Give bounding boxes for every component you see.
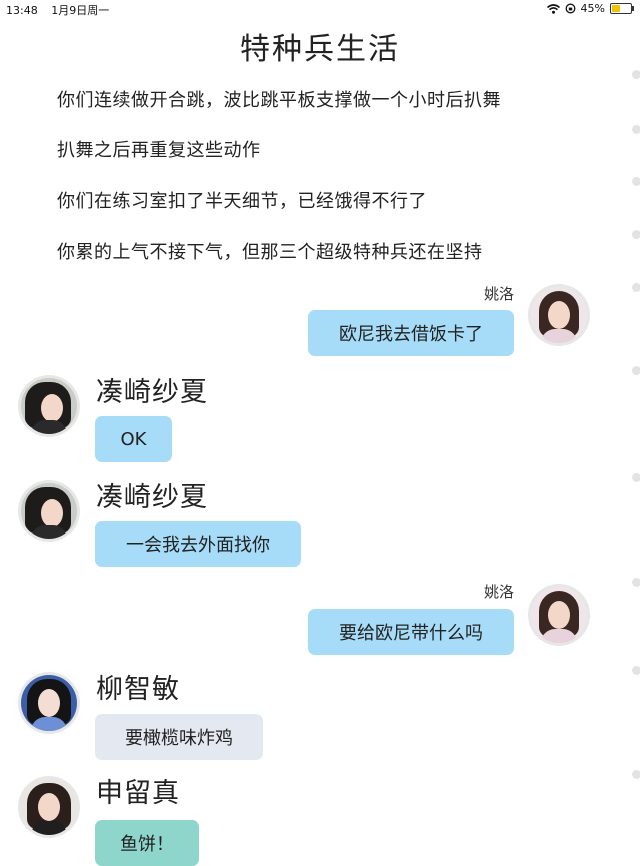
avatar[interactable]: [18, 776, 80, 838]
battery-fill: [612, 5, 620, 12]
page-dot: [632, 230, 640, 239]
message-bubble[interactable]: 一会我去外面找你: [95, 521, 301, 567]
page-dot: [632, 283, 640, 292]
narration-line: 你累的上气不接下气，但那三个超级特种兵还在坚持: [57, 242, 483, 263]
avatar[interactable]: [18, 480, 80, 542]
avatar[interactable]: [18, 672, 80, 734]
page-dot: [632, 177, 640, 186]
page-dot: [632, 473, 640, 482]
page-dot: [632, 770, 640, 779]
narration-line: 扒舞之后再重复这些动作: [57, 140, 261, 161]
status-right: 45%: [546, 2, 634, 15]
page-title: 特种兵生活: [240, 32, 400, 67]
message-bubble[interactable]: 鱼饼！: [95, 820, 199, 866]
message-bubble[interactable]: 要橄榄味炸鸡: [95, 714, 263, 760]
message-bubble[interactable]: 欧尼我去借饭卡了: [308, 310, 514, 356]
status-date: 1月9日周一: [51, 4, 110, 17]
page-dot: [632, 366, 640, 375]
sender-name: 凑崎纱夏: [96, 482, 208, 513]
page-dot: [632, 70, 640, 79]
status-left: 13:48 1月9日周一: [6, 2, 119, 18]
sender-name: 柳智敏: [96, 674, 180, 705]
narration-line: 你们在练习室扣了半天细节，已经饿得不行了: [57, 191, 427, 212]
page-dot: [632, 125, 640, 134]
sender-name: 申留真: [96, 778, 180, 809]
avatar[interactable]: [528, 284, 590, 346]
sender-name: 凑崎纱夏: [96, 377, 208, 408]
message-bubble[interactable]: OK: [95, 416, 172, 462]
status-time: 13:48: [6, 4, 38, 17]
battery-icon: [610, 3, 634, 14]
sender-name: 姚洛: [484, 583, 515, 601]
orientation-lock-icon: [565, 3, 575, 14]
battery-percent: 45%: [580, 2, 605, 15]
sender-name: 姚洛: [484, 285, 515, 303]
page-dot: [632, 578, 640, 587]
avatar[interactable]: [528, 584, 590, 646]
avatar[interactable]: [18, 375, 80, 437]
narration-line: 你们连续做开合跳，波比跳平板支撑做一个小时后扒舞: [57, 90, 501, 111]
wifi-icon: [546, 3, 560, 14]
message-bubble[interactable]: 要给欧尼带什么吗: [308, 609, 514, 655]
status-bar: 13:48 1月9日周一 45%: [0, 0, 640, 18]
page-dot: [632, 666, 640, 675]
